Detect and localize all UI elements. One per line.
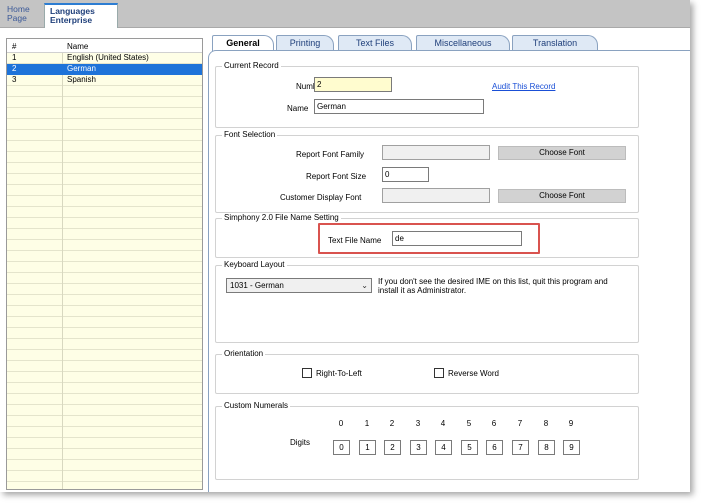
choose-font-button-report[interactable]: Choose Font [498,146,626,160]
digit-field-7[interactable]: 7 [512,440,529,455]
name-field[interactable]: German [314,99,484,114]
digit-field-3[interactable]: 3 [410,440,427,455]
row-name: English (United States) [67,53,149,62]
numeral-header: 7 [517,419,523,428]
digit-field-0[interactable]: 0 [333,440,350,455]
current-record-title: Current Record [222,61,281,70]
custom-numerals-title: Custom Numerals [222,401,291,410]
detail-tab-strip: General Printing Text Files Miscellaneou… [208,35,628,52]
digit-field-1[interactable]: 1 [359,440,376,455]
chevron-down-icon: ⌄ [361,281,368,290]
keyboard-layout-select[interactable]: 1031 - German ⌄ [226,278,372,293]
grid-row-spanish[interactable]: 3 Spanish [7,75,202,86]
numeral-header: 9 [568,419,574,428]
digit-field-6[interactable]: 6 [486,440,503,455]
digits-label: Digits [290,438,311,447]
numeral-header: 1 [364,419,370,428]
grid-row-english[interactable]: 1 English (United States) [7,53,202,64]
general-tab-panel: Current Record Number 2 Audit This Recor… [208,50,690,492]
keyboard-layout-note: If you don't see the desired IME on this… [378,277,608,295]
row-number: 1 [12,53,17,62]
digit-field-8[interactable]: 8 [538,440,555,455]
language-record-grid: # Name 1 English (United States) 2 Germa… [6,38,203,490]
tab-translation[interactable]: Translation [512,35,598,51]
choose-font-button-customer[interactable]: Choose Font [498,189,626,203]
tab-miscellaneous[interactable]: Miscellaneous [416,35,510,51]
simphony-title: Simphony 2.0 File Name Setting [222,213,341,222]
numeral-header: 0 [338,419,344,428]
font-selection-title: Font Selection [222,130,278,139]
numeral-header: 3 [415,419,421,428]
row-number: 2 [12,64,17,73]
numeral-header: 4 [440,419,446,428]
grid-body: 1 English (United States) 2 German 3 Spa… [7,53,202,489]
digit-field-2[interactable]: 2 [384,440,401,455]
numeral-header: 8 [543,419,549,428]
numeral-header: 6 [491,419,497,428]
highlight-annotation [318,223,540,254]
digit-field-4[interactable]: 4 [435,440,452,455]
grid-row-german[interactable]: 2 German [7,64,202,75]
number-field[interactable]: 2 [314,77,392,92]
tab-languages-line2: Enterprise [50,15,93,25]
report-font-size-label: Report Font Size [306,172,367,181]
right-to-left-label: Right-To-Left [316,369,362,378]
name-label: Name [287,104,309,113]
orientation-group: Orientation Right-To-Left Reverse Word [215,349,639,394]
customer-display-font-field[interactable] [382,188,490,203]
right-to-left-checkbox[interactable] [302,368,312,378]
custom-numerals-group: Custom Numerals 0 1 2 3 4 5 6 7 8 9 Digi… [215,401,639,480]
keyboard-layout-selected: 1031 - German [230,281,284,290]
numeral-header: 2 [389,419,395,428]
row-name: Spanish [67,75,96,84]
tab-text-files[interactable]: Text Files [338,35,412,51]
report-font-size-field[interactable]: 0 [382,167,429,182]
numeral-header: 5 [466,419,472,428]
row-name: German [67,64,96,73]
audit-record-link[interactable]: Audit This Record [492,82,555,91]
grid-header: # Name [7,39,202,53]
keyboard-layout-group: Keyboard Layout 1031 - German ⌄ If you d… [215,260,639,343]
top-tab-strip: Home Page Languages Enterprise [0,0,690,28]
digit-field-5[interactable]: 5 [461,440,478,455]
tab-printing[interactable]: Printing [276,35,334,51]
current-record-group: Current Record Number 2 Audit This Recor… [215,61,639,128]
app-window: Home Page Languages Enterprise # Name 1 … [0,0,690,492]
report-font-family-field[interactable] [382,145,490,160]
column-header-number[interactable]: # [12,42,16,51]
customer-display-font-label: Customer Display Font [280,193,362,202]
reverse-word-checkbox[interactable] [434,368,444,378]
tab-home-page[interactable]: Home Page [2,3,35,28]
keyboard-layout-title: Keyboard Layout [222,260,287,269]
tab-home-line2: Page [7,13,27,23]
font-selection-group: Font Selection Report Font Family Choose… [215,130,639,213]
column-header-name[interactable]: Name [67,42,88,51]
reverse-word-label: Reverse Word [448,369,499,378]
row-number: 3 [12,75,17,84]
digit-field-9[interactable]: 9 [563,440,580,455]
tab-languages-enterprise[interactable]: Languages Enterprise [44,3,118,28]
report-font-family-label: Report Font Family [296,150,365,159]
orientation-title: Orientation [222,349,266,358]
